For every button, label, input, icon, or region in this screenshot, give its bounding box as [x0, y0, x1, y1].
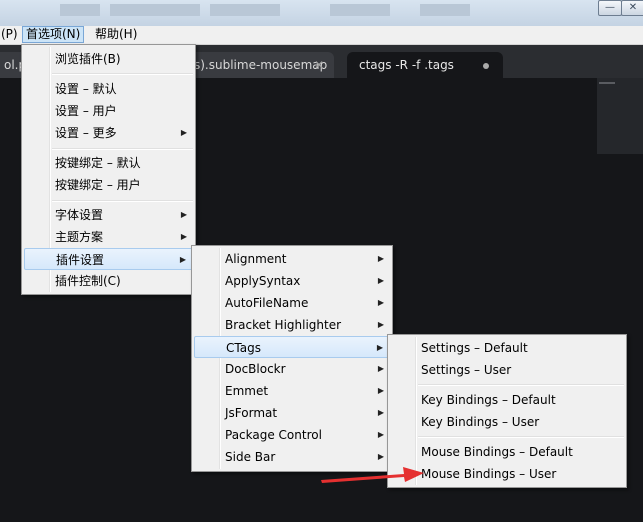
annotation-arrow-icon	[321, 467, 424, 483]
